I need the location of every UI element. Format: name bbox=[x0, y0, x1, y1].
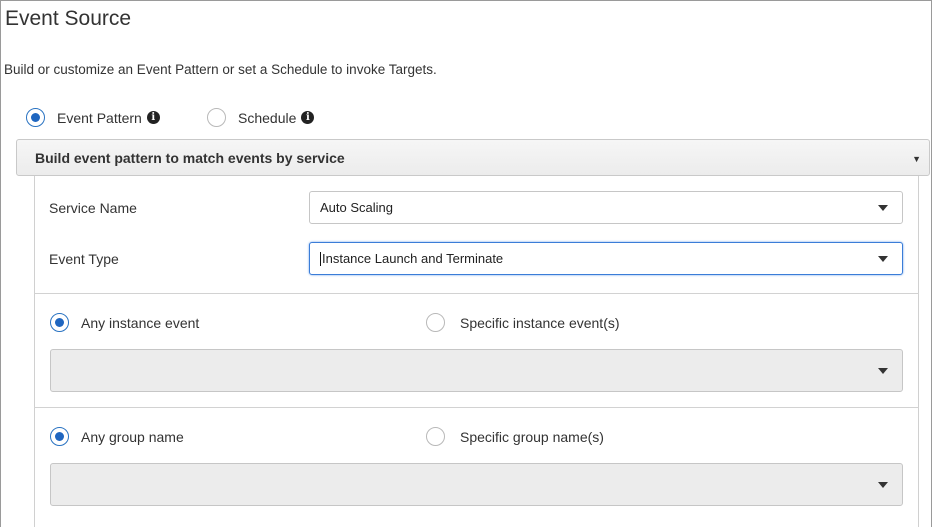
accordion-title: Build event pattern to match events by s… bbox=[35, 149, 345, 166]
chevron-down-icon bbox=[878, 205, 888, 211]
event-type-select[interactable]: Instance Launch and Terminate bbox=[309, 242, 903, 275]
specific-group-name-radio[interactable] bbox=[426, 427, 445, 446]
schedule-label: Schedule bbox=[238, 109, 297, 126]
chevron-down-icon bbox=[878, 256, 888, 262]
section-description: Build or customize an Event Pattern or s… bbox=[4, 62, 437, 77]
chevron-down-icon bbox=[878, 368, 888, 374]
specific-group-name-label: Specific group name(s) bbox=[460, 428, 604, 445]
service-name-value: Auto Scaling bbox=[320, 200, 393, 215]
caret-down-icon: ▼ bbox=[912, 154, 921, 164]
specific-group-name-option[interactable]: Specific group name(s) bbox=[426, 427, 604, 446]
schedule-option[interactable]: Schedule i bbox=[207, 108, 315, 127]
section-title: Event Source bbox=[5, 7, 132, 30]
instance-event-select[interactable] bbox=[50, 349, 903, 392]
divider bbox=[34, 293, 919, 294]
chevron-down-icon bbox=[878, 482, 888, 488]
event-type-label: Event Type bbox=[49, 251, 119, 267]
specific-instance-event-radio[interactable] bbox=[426, 313, 445, 332]
event-pattern-label: Event Pattern bbox=[57, 109, 142, 126]
text-cursor bbox=[320, 251, 321, 266]
any-instance-event-radio[interactable] bbox=[50, 313, 69, 332]
any-group-name-radio[interactable] bbox=[50, 427, 69, 446]
specific-instance-event-label: Specific instance event(s) bbox=[460, 314, 620, 331]
group-name-select[interactable] bbox=[50, 463, 903, 506]
service-name-select[interactable]: Auto Scaling bbox=[309, 191, 903, 224]
any-group-name-option[interactable]: Any group name bbox=[50, 427, 184, 446]
info-icon[interactable]: i bbox=[146, 111, 160, 124]
event-type-value: Instance Launch and Terminate bbox=[322, 251, 504, 266]
service-name-label: Service Name bbox=[49, 200, 137, 216]
info-icon[interactable]: i bbox=[301, 111, 315, 124]
specific-instance-event-option[interactable]: Specific instance event(s) bbox=[426, 313, 620, 332]
any-instance-event-option[interactable]: Any instance event bbox=[50, 313, 199, 332]
any-instance-event-label: Any instance event bbox=[81, 314, 200, 331]
event-pattern-option[interactable]: Event Pattern i bbox=[26, 108, 160, 127]
divider bbox=[34, 407, 919, 408]
schedule-radio[interactable] bbox=[207, 108, 226, 127]
event-pattern-radio[interactable] bbox=[26, 108, 45, 127]
any-group-name-label: Any group name bbox=[81, 428, 184, 445]
build-pattern-accordion-header[interactable]: Build event pattern to match events by s… bbox=[16, 139, 930, 176]
